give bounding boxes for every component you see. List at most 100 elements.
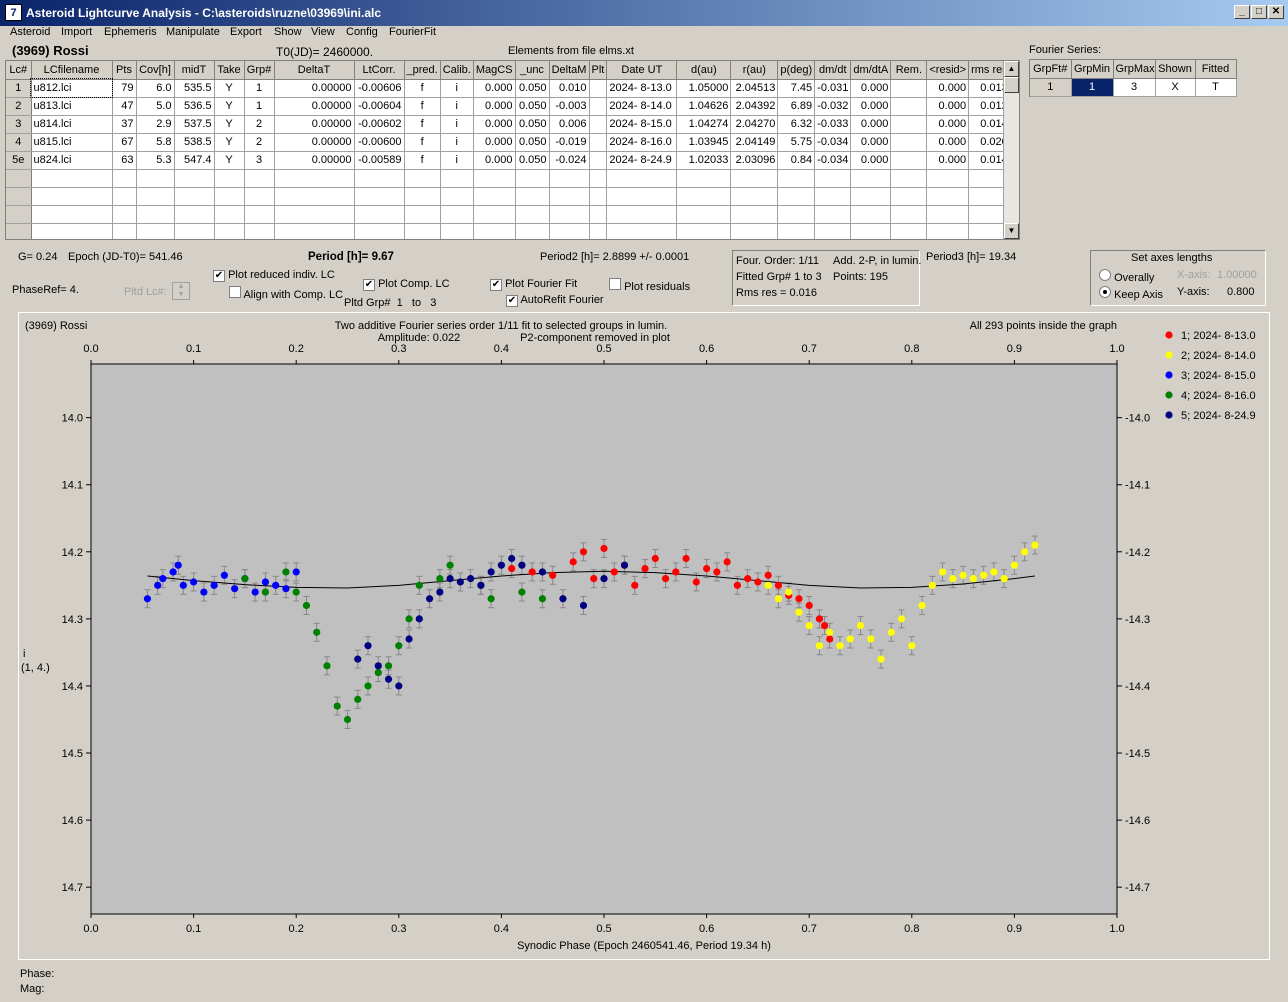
- table-cell[interactable]: [606, 205, 678, 224]
- lightcurve-table[interactable]: Lc# LCfilename Pts Cov[h] midT Take Grp# DeltaT…: [5, 60, 1020, 240]
- lightcurve-graph[interactable]: 0.0 0.0 0.1 0.1 0.2 0.2 0.3 0.3 0.4 0.4 0.5 0.5 0.6 0…: [18, 312, 1270, 960]
- table-cell[interactable]: 0.000: [926, 97, 970, 116]
- table-cell[interactable]: 0.010: [549, 79, 590, 98]
- fourier-cell[interactable]: 3: [1113, 78, 1156, 97]
- table-cell[interactable]: 2024- 8-16.0: [606, 133, 678, 152]
- table-cell[interactable]: 1.02033: [676, 151, 732, 170]
- row-header[interactable]: 2: [6, 97, 32, 116]
- column-header[interactable]: _unc: [515, 61, 550, 80]
- table-cell[interactable]: i: [440, 133, 474, 152]
- table-cell[interactable]: -0.033: [814, 115, 852, 134]
- table-cell[interactable]: 6.0: [136, 79, 175, 98]
- table-cell[interactable]: [274, 205, 355, 224]
- table-row[interactable]: 3 u814.lci 37 2.9 537.5 Y 2 0.00000 -0.00602 f i 0.…: [6, 115, 1011, 134]
- table-cell[interactable]: [354, 187, 405, 206]
- table-cell[interactable]: 0.000: [473, 79, 516, 98]
- table-cell[interactable]: [274, 169, 355, 188]
- table-cell[interactable]: [515, 169, 550, 188]
- table-cell[interactable]: 0.000: [850, 133, 892, 152]
- table-cell[interactable]: 0.00000: [274, 115, 355, 134]
- table-cell[interactable]: f: [404, 115, 441, 134]
- fourier-cell[interactable]: X: [1155, 78, 1196, 97]
- table-cell[interactable]: 2024- 8-13.0: [606, 79, 678, 98]
- table-cell[interactable]: 1: [244, 79, 275, 98]
- close-button[interactable]: ✕: [1268, 5, 1284, 19]
- menu-config[interactable]: Config: [346, 26, 378, 38]
- table-cell[interactable]: 5.0: [136, 97, 175, 116]
- table-cell[interactable]: [440, 223, 474, 239]
- table-cell[interactable]: -0.024: [549, 151, 590, 170]
- table-cell[interactable]: 1.04274: [676, 115, 732, 134]
- column-header[interactable]: Plt: [589, 61, 608, 80]
- fourier-cell[interactable]: 1: [1030, 78, 1072, 97]
- table-cell[interactable]: 0.00000: [274, 97, 355, 116]
- column-header[interactable]: Take: [214, 61, 245, 80]
- y-axis-value[interactable]: 0.800: [1227, 286, 1255, 298]
- table-cell[interactable]: 0.84: [777, 151, 816, 170]
- radio-icon[interactable]: [1099, 286, 1111, 298]
- table-cell[interactable]: [31, 187, 113, 206]
- row-header[interactable]: [6, 187, 32, 206]
- table-cell[interactable]: [814, 205, 852, 224]
- table-cell[interactable]: 2.04513: [730, 79, 779, 98]
- table-cell[interactable]: [850, 223, 892, 239]
- table-cell[interactable]: f: [404, 97, 441, 116]
- table-cell[interactable]: u824.lci: [31, 151, 113, 170]
- table-cell[interactable]: f: [404, 79, 441, 98]
- row-header[interactable]: [6, 169, 32, 188]
- table-cell[interactable]: 0.000: [473, 97, 516, 116]
- table-cell[interactable]: [814, 223, 852, 239]
- table-cell[interactable]: 1.05000: [676, 79, 732, 98]
- fourier-column-header[interactable]: Shown: [1155, 60, 1196, 79]
- check-icon[interactable]: ✔: [213, 270, 225, 282]
- fourier-cell[interactable]: 1: [1071, 78, 1114, 97]
- table-cell[interactable]: [174, 169, 215, 188]
- column-header[interactable]: LtCorr.: [354, 61, 405, 80]
- table-cell[interactable]: [354, 169, 405, 188]
- table-cell[interactable]: [473, 205, 516, 224]
- table-cell[interactable]: [890, 115, 928, 134]
- table-cell[interactable]: 0.00000: [274, 133, 355, 152]
- table-cell[interactable]: 0.000: [473, 133, 516, 152]
- menu-asteroid[interactable]: Asteroid: [10, 26, 50, 38]
- table-cell[interactable]: 0.00000: [274, 151, 355, 170]
- column-header[interactable]: Lc#: [6, 61, 32, 80]
- table-cell[interactable]: 0.000: [926, 115, 970, 134]
- scroll-thumb[interactable]: [1004, 77, 1019, 93]
- table-cell[interactable]: [890, 187, 928, 206]
- table-cell[interactable]: -0.032: [814, 97, 852, 116]
- table-cell[interactable]: [136, 205, 175, 224]
- menu-ephemeris[interactable]: Ephemeris: [104, 26, 157, 38]
- table-cell[interactable]: 2024- 8-24.9: [606, 151, 678, 170]
- table-cell[interactable]: f: [404, 151, 441, 170]
- table-cell[interactable]: 2: [244, 133, 275, 152]
- table-cell[interactable]: [244, 205, 275, 224]
- table-cell[interactable]: i: [440, 97, 474, 116]
- table-cell[interactable]: [589, 97, 608, 116]
- column-header[interactable]: d(au): [676, 61, 732, 80]
- radio-icon[interactable]: [1099, 269, 1111, 281]
- table-cell[interactable]: [777, 169, 816, 188]
- table-cell[interactable]: Y: [214, 97, 245, 116]
- table-cell[interactable]: [926, 205, 970, 224]
- autorefit-checkbox[interactable]: ✔ AutoRefit Fourier: [506, 294, 604, 307]
- table-cell[interactable]: [112, 169, 137, 188]
- table-cell[interactable]: [112, 205, 137, 224]
- table-cell[interactable]: [926, 187, 970, 206]
- table-cell[interactable]: 0.000: [473, 151, 516, 170]
- table-cell[interactable]: 0.000: [850, 97, 892, 116]
- table-cell[interactable]: [890, 97, 928, 116]
- app-logo-icon[interactable]: 7: [5, 4, 22, 21]
- table-cell[interactable]: 0.050: [515, 79, 550, 98]
- table-row-empty[interactable]: [6, 205, 1011, 224]
- column-header[interactable]: dm/dt: [814, 61, 852, 80]
- table-cell[interactable]: [404, 205, 441, 224]
- table-cell[interactable]: 2.04149: [730, 133, 779, 152]
- plot-reduced-checkbox[interactable]: ✔ Plot reduced indiv. LC: [213, 269, 335, 282]
- table-cell[interactable]: [214, 223, 245, 239]
- table-cell[interactable]: 0.000: [850, 79, 892, 98]
- table-cell[interactable]: i: [440, 115, 474, 134]
- table-cell[interactable]: [244, 169, 275, 188]
- table-cell[interactable]: [214, 187, 245, 206]
- table-cell[interactable]: [890, 223, 928, 239]
